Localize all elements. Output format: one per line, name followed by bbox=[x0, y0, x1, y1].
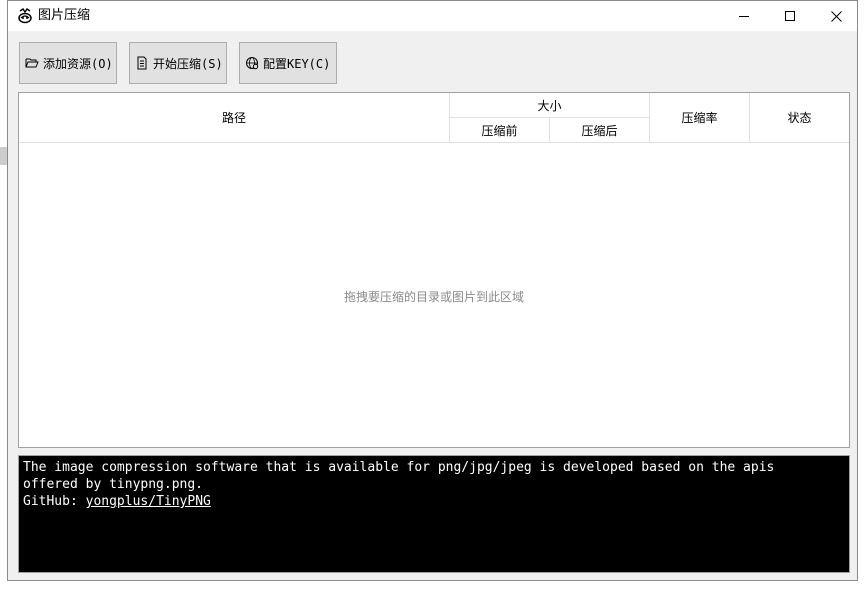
column-header-size-before[interactable]: 压缩前 bbox=[450, 118, 550, 143]
column-header-size-after[interactable]: 压缩后 bbox=[550, 118, 650, 143]
background-window-edge bbox=[0, 147, 7, 165]
info-console: The image compression software that is a… bbox=[18, 455, 850, 573]
column-header-status[interactable]: 状态 bbox=[750, 93, 849, 143]
column-header-path[interactable]: 路径 bbox=[19, 93, 450, 143]
maximize-icon bbox=[785, 11, 795, 21]
github-prefix: GitHub: bbox=[23, 494, 86, 509]
add-resource-label: 添加资源(O) bbox=[43, 56, 113, 71]
config-key-button[interactable]: 配置KEY(C) bbox=[239, 42, 337, 84]
start-compress-label: 开始压缩(S) bbox=[153, 56, 223, 71]
window-title: 图片压缩 bbox=[38, 8, 91, 23]
console-line-3: GitHub: yongplus/TinyPNG bbox=[23, 493, 845, 510]
maximize-button[interactable] bbox=[767, 1, 813, 31]
app-logo-icon bbox=[17, 8, 33, 24]
start-compress-button[interactable]: 开始压缩(S) bbox=[129, 42, 227, 84]
minimize-icon bbox=[739, 16, 749, 17]
app-window: 图片压缩 添加资源(O) 开始压缩(S) 配置KEY(C) 路径 大小 压缩前 … bbox=[7, 0, 858, 581]
github-link[interactable]: yongplus/TinyPNG bbox=[86, 494, 211, 509]
folder-open-icon bbox=[25, 56, 39, 70]
drop-zone-hint: 拖拽要压缩的目录或图片到此区域 bbox=[343, 290, 524, 304]
document-icon bbox=[135, 56, 149, 70]
config-key-label: 配置KEY(C) bbox=[263, 56, 331, 71]
minimize-button[interactable] bbox=[721, 1, 767, 31]
file-table[interactable]: 路径 大小 压缩前 压缩后 压缩率 状态 拖拽要压缩的目录或图片到此区域 bbox=[18, 92, 850, 448]
add-resource-button[interactable]: 添加资源(O) bbox=[19, 42, 117, 84]
column-header-size[interactable]: 大小 bbox=[450, 93, 650, 118]
console-line-2: offered by tinypng.png. bbox=[23, 477, 204, 492]
globe-settings-icon bbox=[245, 56, 259, 70]
close-button[interactable] bbox=[813, 1, 859, 31]
column-header-rate[interactable]: 压缩率 bbox=[650, 93, 750, 143]
console-line-1: The image compression software that is a… bbox=[23, 460, 775, 475]
title-bar[interactable]: 图片压缩 bbox=[8, 1, 857, 31]
close-icon bbox=[830, 10, 842, 22]
